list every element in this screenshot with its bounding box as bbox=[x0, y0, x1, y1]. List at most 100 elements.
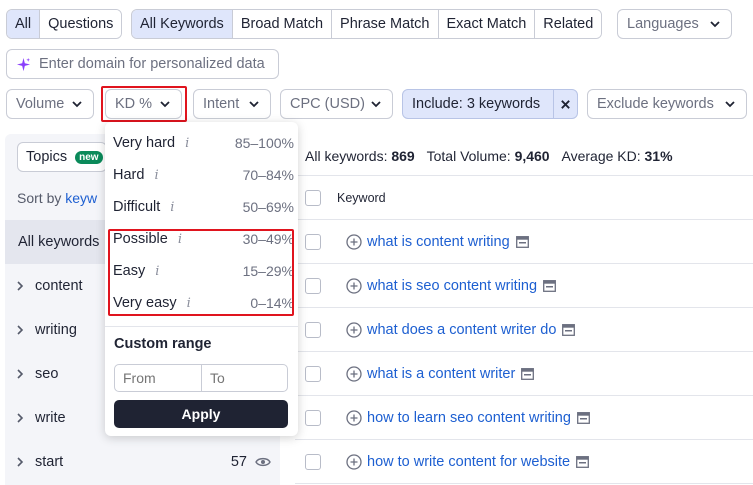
keyword-link[interactable]: how to learn seo content writing bbox=[367, 410, 571, 426]
custom-range-title: Custom range bbox=[114, 336, 212, 352]
table-header: Keyword bbox=[295, 176, 753, 220]
keyword-link[interactable]: what is content writing bbox=[367, 234, 510, 250]
keyword-link[interactable]: what is a content writer bbox=[367, 366, 515, 382]
serp-icon[interactable] bbox=[562, 323, 576, 336]
average-kd-label: Average KD: bbox=[561, 148, 641, 164]
table-row: how to learn seo content writing bbox=[295, 396, 753, 440]
kd-option-hard[interactable]: Hard i 70–84% bbox=[113, 161, 294, 189]
sidebar-item-start[interactable]: start 57 bbox=[5, 440, 275, 484]
tab-broad-match[interactable]: Broad Match bbox=[232, 10, 333, 38]
sidebar-item-label: start bbox=[35, 454, 64, 470]
keyword-link[interactable]: what is seo content writing bbox=[367, 278, 537, 294]
info-icon[interactable]: i bbox=[154, 168, 158, 183]
tab-all-keywords[interactable]: All Keywords bbox=[132, 10, 233, 38]
exclude-filter[interactable]: Exclude keywords bbox=[587, 89, 747, 119]
cpc-filter[interactable]: CPC (USD) bbox=[280, 89, 393, 119]
kd-option-range: 85–100% bbox=[234, 135, 294, 151]
include-label: Include: 3 keywords bbox=[412, 96, 541, 112]
keyword-column-header[interactable]: Keyword bbox=[337, 191, 386, 205]
table-row: how to write content for website bbox=[295, 440, 753, 484]
keyword-link[interactable]: how to write content for website bbox=[367, 454, 570, 470]
sort-value[interactable]: keyw bbox=[65, 190, 97, 206]
intent-label: Intent bbox=[203, 96, 240, 112]
tab-phrase-match[interactable]: Phrase Match bbox=[332, 10, 439, 38]
plus-circle-icon[interactable] bbox=[346, 277, 362, 294]
topic-count: 57 bbox=[230, 454, 247, 470]
total-volume-label: Total Volume: bbox=[426, 148, 511, 164]
match-tabs: All Keywords Broad Match Phrase Match Ex… bbox=[131, 9, 603, 39]
row-checkbox[interactable] bbox=[305, 453, 321, 470]
serp-icon[interactable] bbox=[543, 279, 557, 292]
tab-questions[interactable]: Questions bbox=[40, 10, 122, 38]
row-checkbox[interactable] bbox=[305, 277, 321, 294]
all-keywords-summary-label: All keywords: bbox=[305, 148, 388, 164]
kd-option-difficult[interactable]: Difficult i 50–69% bbox=[113, 193, 294, 221]
plus-circle-icon[interactable] bbox=[346, 453, 362, 470]
close-icon bbox=[561, 99, 570, 109]
chevron-right-icon bbox=[5, 413, 35, 423]
tab-exact-match[interactable]: Exact Match bbox=[438, 10, 536, 38]
kd-option-very-hard[interactable]: Very hard i 85–100% bbox=[113, 129, 294, 157]
chevron-down-icon bbox=[710, 21, 720, 28]
domain-placeholder: Enter domain for personalized data bbox=[39, 56, 265, 72]
include-clear[interactable] bbox=[553, 90, 577, 118]
kd-filter-highlight bbox=[101, 86, 187, 122]
info-icon[interactable]: i bbox=[170, 200, 174, 215]
new-badge: new bbox=[75, 150, 103, 164]
plus-circle-icon[interactable] bbox=[346, 321, 362, 338]
kd-easy-options-highlight bbox=[108, 229, 294, 316]
languages-label: Languages bbox=[627, 16, 699, 32]
sidebar-item-label: seo bbox=[35, 366, 59, 382]
kd-option-label: Difficult bbox=[113, 199, 161, 215]
chevron-right-icon bbox=[5, 281, 35, 291]
table-row: what does a content writer do bbox=[295, 308, 753, 352]
tab-related[interactable]: Related bbox=[535, 10, 602, 38]
tab-all[interactable]: All bbox=[7, 10, 41, 38]
row-checkbox[interactable] bbox=[305, 365, 321, 382]
row-checkbox[interactable] bbox=[305, 409, 321, 426]
select-all-checkbox[interactable] bbox=[305, 189, 321, 206]
chevron-right-icon bbox=[5, 457, 35, 467]
info-icon[interactable]: i bbox=[185, 136, 189, 151]
cpc-label: CPC (USD) bbox=[290, 96, 365, 112]
kd-option-range: 50–69% bbox=[242, 199, 294, 215]
chevron-down-icon bbox=[725, 101, 735, 108]
sidebar-item-label: content bbox=[35, 278, 83, 294]
scope-tabs: All Questions bbox=[6, 9, 123, 39]
volume-label: Volume bbox=[16, 96, 65, 112]
row-checkbox[interactable] bbox=[305, 321, 321, 338]
row-checkbox[interactable] bbox=[305, 233, 321, 250]
plus-circle-icon[interactable] bbox=[346, 409, 362, 426]
keyword-link[interactable]: what does a content writer do bbox=[367, 322, 556, 338]
sidebar-item-label: writing bbox=[35, 322, 77, 338]
exclude-label: Exclude keywords bbox=[597, 96, 714, 112]
table-row: what is seo content writing bbox=[295, 264, 753, 308]
serp-icon[interactable] bbox=[576, 455, 590, 468]
volume-filter[interactable]: Volume bbox=[6, 89, 94, 119]
total-volume-value: 9,460 bbox=[514, 148, 550, 164]
serp-icon[interactable] bbox=[576, 411, 590, 424]
sidebar-item-label: write bbox=[35, 410, 66, 426]
to-input[interactable] bbox=[202, 365, 288, 391]
serp-icon[interactable] bbox=[515, 235, 529, 248]
apply-label: Apply bbox=[181, 406, 221, 422]
apply-button[interactable]: Apply bbox=[114, 400, 288, 428]
plus-circle-icon[interactable] bbox=[346, 233, 362, 250]
chevron-right-icon bbox=[5, 369, 35, 379]
languages-dropdown[interactable]: Languages bbox=[617, 9, 732, 39]
include-filter[interactable]: Include: 3 keywords bbox=[402, 89, 578, 119]
dropdown-divider bbox=[105, 326, 298, 327]
sort-prefix: Sort by bbox=[17, 190, 62, 206]
all-keywords-label: All keywords bbox=[18, 234, 100, 250]
intent-filter[interactable]: Intent bbox=[193, 89, 271, 119]
kd-option-label: Very hard bbox=[113, 135, 176, 151]
from-input[interactable] bbox=[115, 365, 202, 391]
kd-option-label: Hard bbox=[113, 167, 145, 183]
domain-input[interactable]: Enter domain for personalized data bbox=[6, 49, 279, 79]
plus-circle-icon[interactable] bbox=[346, 365, 362, 382]
topics-label: Topics bbox=[26, 149, 68, 165]
average-kd-value: 31% bbox=[644, 148, 673, 164]
topics-button[interactable]: Topics new bbox=[17, 142, 107, 172]
eye-icon[interactable] bbox=[255, 456, 271, 468]
serp-icon[interactable] bbox=[521, 367, 535, 380]
